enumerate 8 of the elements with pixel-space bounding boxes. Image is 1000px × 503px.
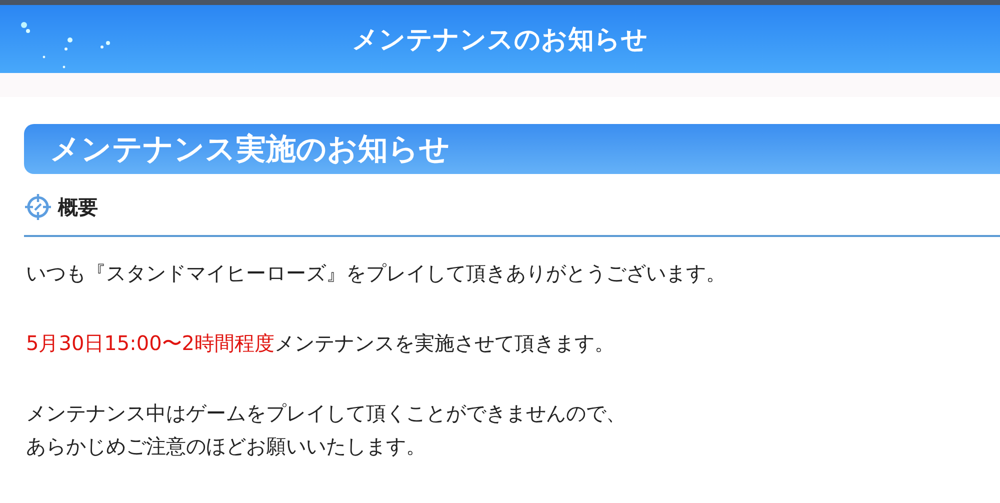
screen-title: メンテナンスのお知らせ: [352, 24, 648, 56]
notice-text-line: メンテナンス中はゲームをプレイして頂くことができませんので、: [26, 400, 626, 427]
notice-text-line: 5月30日15:00〜2時間程度メンテナンスを実施させて頂きます。: [26, 330, 615, 357]
section-heading: 概要: [58, 194, 98, 220]
notice-title-banner: メンテナンス実施のお知らせ: [24, 124, 1000, 174]
crosshair-icon: [24, 193, 52, 221]
notice-text-line: あらかじめご注意のほどお願いいたします。: [26, 433, 426, 460]
notice-text-line: いつも『スタンドマイヒーローズ』をプレイして頂きありがとうございます。: [26, 260, 726, 287]
